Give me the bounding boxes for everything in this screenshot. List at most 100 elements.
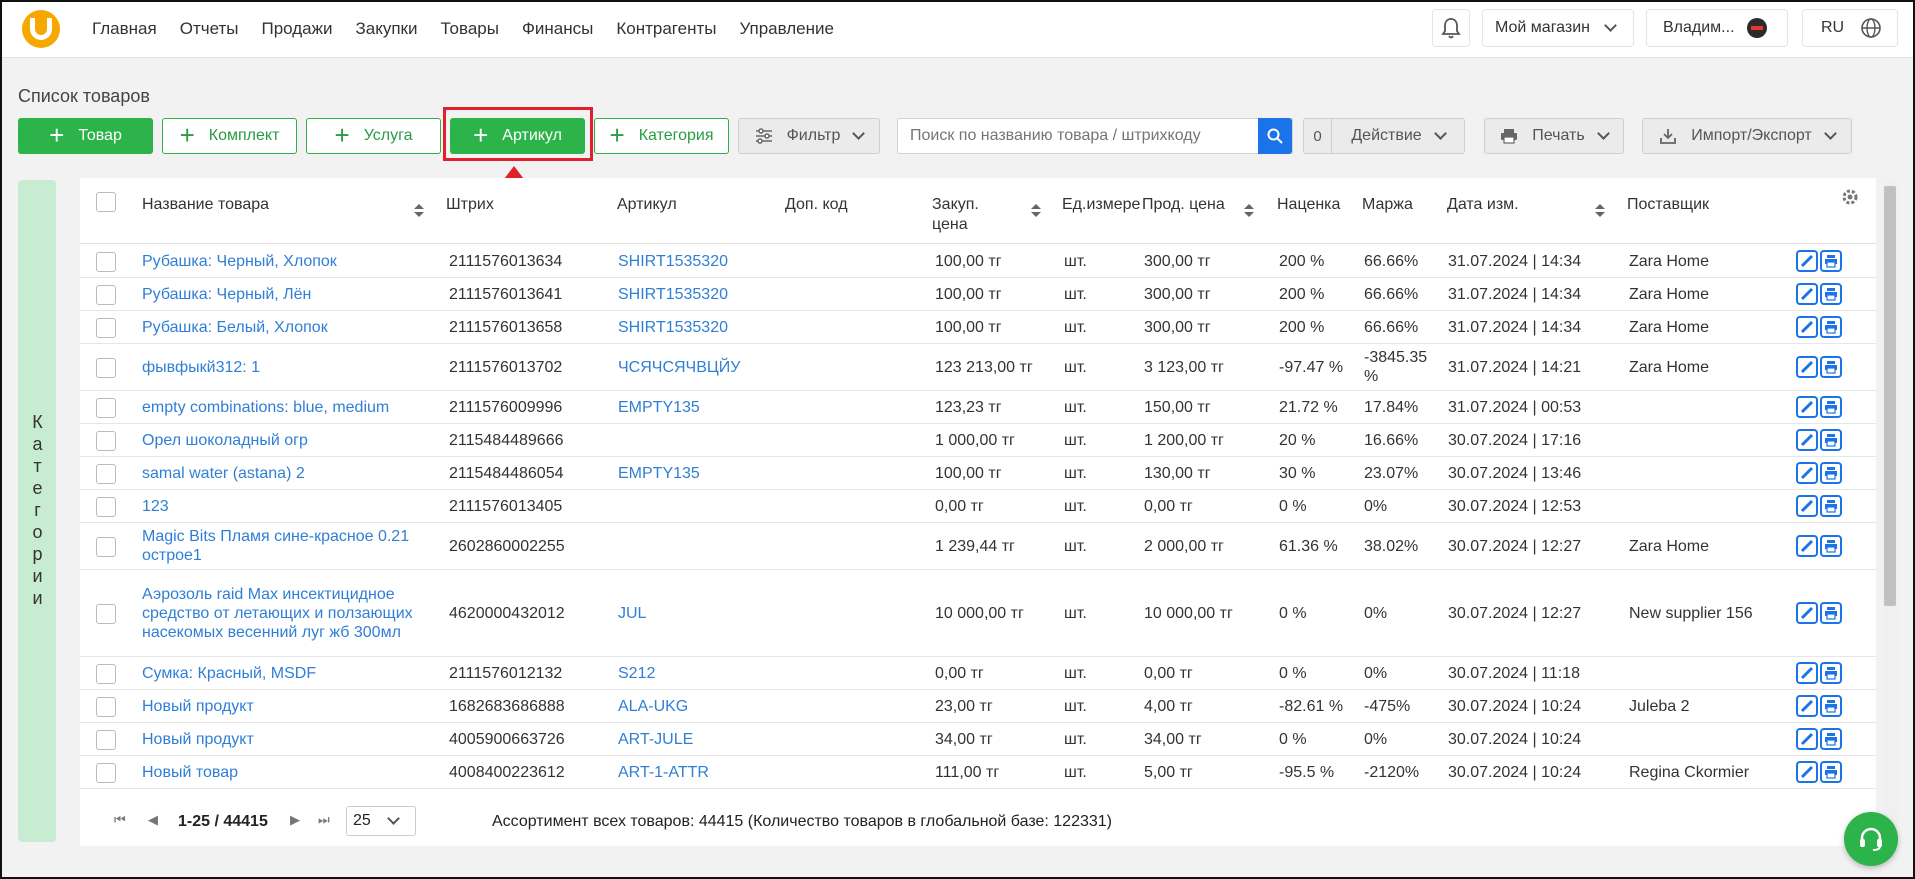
table-row[interactable]: Рубашка: Черный, Хлопок 2111576013634 SHIR… xyxy=(80,245,1876,278)
next-page-icon[interactable]: ▶ xyxy=(290,812,300,828)
print-row-icon[interactable] xyxy=(1820,695,1842,717)
table-row[interactable]: samal water (astana) 2 2115484486054 EMPTY… xyxy=(80,457,1876,490)
header-supplier[interactable]: Поставщик xyxy=(1627,195,1709,215)
header-purchase-price[interactable]: Закуп. цена xyxy=(932,195,1008,235)
print-row-icon[interactable] xyxy=(1820,535,1842,557)
table-row[interactable]: Новый товар 4008400223612 ART-1-ATTR 111,00… xyxy=(80,756,1876,789)
edit-icon[interactable] xyxy=(1796,761,1818,783)
print-row-icon[interactable] xyxy=(1820,250,1842,272)
nav-contractors[interactable]: Контрагенты xyxy=(616,19,716,39)
import-export-button[interactable]: Импорт/Экспорт xyxy=(1642,118,1852,154)
add-service-button[interactable]: + Услуга xyxy=(306,118,441,154)
row-checkbox[interactable] xyxy=(96,536,116,557)
table-row[interactable]: 123 2111576013405 0,00 тг шт. 0,00 тг 0 % 0% 30… xyxy=(80,490,1876,523)
nav-products[interactable]: Товары xyxy=(440,19,498,39)
row-checkbox[interactable] xyxy=(96,463,116,484)
table-row[interactable]: Новый продукт 1682683686888 ALA-UKG 23,00 т… xyxy=(80,690,1876,723)
cell-article[interactable]: SHIRT1535320 xyxy=(618,245,778,277)
store-selector[interactable]: Мой магазин xyxy=(1482,9,1634,47)
cell-name[interactable]: Новый товар xyxy=(142,756,442,788)
table-scrollbar[interactable] xyxy=(1884,186,1896,606)
edit-icon[interactable] xyxy=(1796,429,1818,451)
nav-home[interactable]: Главная xyxy=(92,19,157,39)
print-row-icon[interactable] xyxy=(1820,283,1842,305)
notifications-button[interactable] xyxy=(1432,9,1470,47)
cell-article[interactable]: EMPTY135 xyxy=(618,391,778,423)
edit-icon[interactable] xyxy=(1796,602,1818,624)
cell-article[interactable]: ART-JULE xyxy=(618,723,778,755)
row-checkbox[interactable] xyxy=(96,496,116,517)
cell-name[interactable]: Аэрозоль raid Max инсектицидное средство… xyxy=(142,570,442,656)
search-input[interactable] xyxy=(897,118,1293,154)
cell-name[interactable]: 123 xyxy=(142,490,442,522)
cell-name[interactable]: Рубашка: Белый, Хлопок xyxy=(142,311,442,343)
print-row-icon[interactable] xyxy=(1820,728,1842,750)
table-row[interactable]: Сумка: Красный, MSDF 2111576012132 S212 0,0… xyxy=(80,657,1876,690)
cell-article[interactable] xyxy=(618,424,778,456)
row-checkbox[interactable] xyxy=(96,430,116,451)
header-markup[interactable]: Наценка xyxy=(1277,195,1340,215)
support-chat-button[interactable] xyxy=(1844,812,1898,866)
table-row[interactable]: Magic Bits Пламя сине-красное 0.21 остро… xyxy=(80,523,1876,570)
first-page-icon[interactable]: ⏮ xyxy=(114,812,126,828)
header-extra-code[interactable]: Доп. код xyxy=(785,195,848,215)
print-row-icon[interactable] xyxy=(1820,429,1842,451)
edit-icon[interactable] xyxy=(1796,495,1818,517)
nav-reports[interactable]: Отчеты xyxy=(180,19,239,39)
edit-icon[interactable] xyxy=(1796,283,1818,305)
cell-article[interactable]: S212 xyxy=(618,657,778,689)
cell-article[interactable]: SHIRT1535320 xyxy=(618,278,778,310)
table-row[interactable]: Рубашка: Черный, Лён 2111576013641 SHIRT15… xyxy=(80,278,1876,311)
select-all-checkbox[interactable] xyxy=(96,192,116,212)
table-row[interactable]: фывфыкй312: 1 2111576013702 ЧСЯЧСЯЧВЦЙУ 123… xyxy=(80,344,1876,391)
print-row-icon[interactable] xyxy=(1820,462,1842,484)
last-page-icon[interactable]: ⏭ xyxy=(318,812,330,828)
cell-article[interactable]: EMPTY135 xyxy=(618,457,778,489)
edit-icon[interactable] xyxy=(1796,662,1818,684)
table-row[interactable]: Орел шоколадный огр 2115484489666 1 000,00… xyxy=(80,424,1876,457)
table-row[interactable]: Рубашка: Белый, Хлопок 2111576013658 SHIRT… xyxy=(80,311,1876,344)
header-article[interactable]: Артикул xyxy=(617,195,677,215)
nav-finance[interactable]: Финансы xyxy=(522,19,593,39)
cell-name[interactable]: фывфыкй312: 1 xyxy=(142,344,442,390)
prev-page-icon[interactable]: ◀ xyxy=(148,812,158,828)
nav-purchases[interactable]: Закупки xyxy=(355,19,417,39)
row-checkbox[interactable] xyxy=(96,317,116,338)
cell-name[interactable]: Magic Bits Пламя сине-красное 0.21 остро… xyxy=(142,523,442,569)
row-checkbox[interactable] xyxy=(96,696,116,717)
nav-sales[interactable]: Продажи xyxy=(261,19,332,39)
edit-icon[interactable] xyxy=(1796,695,1818,717)
row-checkbox[interactable] xyxy=(96,251,116,272)
filter-button[interactable]: Фильтр xyxy=(738,118,880,154)
page-size-select[interactable]: 25 xyxy=(346,806,416,836)
header-sale-price[interactable]: Прод. цена xyxy=(1142,195,1225,215)
print-row-icon[interactable] xyxy=(1820,662,1842,684)
cell-article[interactable] xyxy=(618,490,778,522)
print-row-icon[interactable] xyxy=(1820,316,1842,338)
row-checkbox[interactable] xyxy=(96,397,116,418)
cell-article[interactable] xyxy=(618,523,778,569)
cell-name[interactable]: Новый продукт xyxy=(142,690,442,722)
cell-article[interactable]: ART-1-ATTR xyxy=(618,756,778,788)
cell-article[interactable]: ЧСЯЧСЯЧВЦЙУ xyxy=(618,344,778,390)
edit-icon[interactable] xyxy=(1796,356,1818,378)
add-category-button[interactable]: + Категория xyxy=(594,118,729,154)
header-unit[interactable]: Ед.измере xyxy=(1062,195,1140,215)
edit-icon[interactable] xyxy=(1796,316,1818,338)
edit-icon[interactable] xyxy=(1796,462,1818,484)
row-checkbox[interactable] xyxy=(96,729,116,750)
print-row-icon[interactable] xyxy=(1820,761,1842,783)
cell-name[interactable]: Сумка: Красный, MSDF xyxy=(142,657,442,689)
cell-article[interactable]: ALA-UKG xyxy=(618,690,778,722)
cell-name[interactable]: Рубашка: Черный, Хлопок xyxy=(142,245,442,277)
edit-icon[interactable] xyxy=(1796,728,1818,750)
row-checkbox[interactable] xyxy=(96,284,116,305)
header-date[interactable]: Дата изм. xyxy=(1447,195,1519,215)
cell-article[interactable]: JUL xyxy=(618,570,778,656)
language-selector[interactable]: RU xyxy=(1802,9,1898,47)
header-name[interactable]: Название товара xyxy=(142,195,269,215)
row-checkbox[interactable] xyxy=(96,663,116,684)
cell-article[interactable]: SHIRT1535320 xyxy=(618,311,778,343)
action-dropdown[interactable]: Действие xyxy=(1331,118,1465,154)
cell-name[interactable]: samal water (astana) 2 xyxy=(142,457,442,489)
